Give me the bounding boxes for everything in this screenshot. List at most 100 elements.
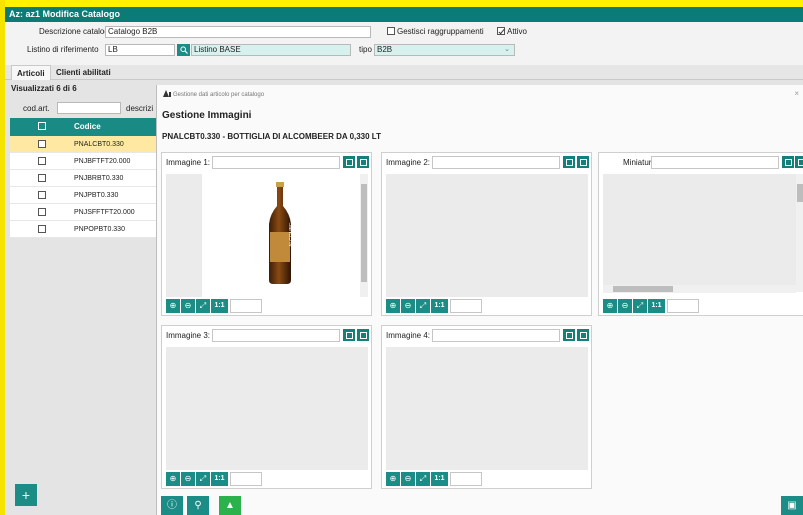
table-row[interactable]: PNJBFTFT20.000 <box>10 153 156 170</box>
tab-articoli[interactable]: Articoli <box>11 65 51 80</box>
table-row[interactable]: PNPOPBT0.330 <box>10 221 156 238</box>
tab-clienti-abilitati[interactable]: Clienti abilitati <box>51 65 116 80</box>
image-2-open-button[interactable] <box>563 156 575 168</box>
tipo-select[interactable]: B2B ⌄ <box>374 44 515 56</box>
zoom-1to1-button[interactable]: 1:1 <box>431 472 448 486</box>
tab-bar: Articoli Clienti abilitati <box>5 65 803 80</box>
thumbnail-card: Miniatura: ⊕ ⊖ ⤢ 1:1 <box>598 152 803 316</box>
image-4-label: Immagine 4: <box>386 331 431 340</box>
row-checkbox[interactable] <box>38 174 46 182</box>
row-checkbox[interactable] <box>38 191 46 199</box>
image-4-open-button[interactable] <box>563 329 575 341</box>
zoom-1to1-button[interactable]: 1:1 <box>431 299 448 313</box>
row-checkbox[interactable] <box>38 225 46 233</box>
image-3-delete-button[interactable] <box>357 329 369 341</box>
image-1-open-button[interactable] <box>343 156 355 168</box>
image-card-4: Immagine 4: ⊕ ⊖ ⤢ 1:1 <box>381 325 592 489</box>
fit-icon[interactable]: ⤢ <box>416 299 430 313</box>
row-checkbox[interactable] <box>38 157 46 165</box>
zoom-out-icon[interactable]: ⊖ <box>618 299 632 313</box>
image-2-path-input[interactable] <box>432 156 560 169</box>
image-2-zoom-controls: ⊕ ⊖ ⤢ 1:1 <box>386 298 482 314</box>
image-3-label: Immagine 3: <box>166 331 211 340</box>
zoom-1to1-button[interactable]: 1:1 <box>211 299 228 313</box>
image-3-path-input[interactable] <box>212 329 340 342</box>
zoom-out-icon[interactable]: ⊖ <box>181 299 195 313</box>
codart-label: cod.art. <box>23 104 50 113</box>
gestisci-checkbox-wrap[interactable]: Gestisci raggruppamenti <box>387 26 484 38</box>
attivo-label: Attivo <box>507 27 528 36</box>
table-row[interactable]: PNALCBT0.330 <box>10 136 156 153</box>
listino-name-field: Listino BASE <box>191 44 351 56</box>
image-1-zoom-controls: ⊕ ⊖ ⤢ 1:1 <box>166 298 262 314</box>
close-icon[interactable]: × <box>794 89 799 98</box>
row-checkbox[interactable] <box>38 208 46 216</box>
image-4-path-input[interactable] <box>432 329 560 342</box>
zoom-in-icon[interactable]: ⊕ <box>166 299 180 313</box>
zoom-in-icon[interactable]: ⊕ <box>603 299 617 313</box>
image-management-dialog: Gestione dati articolo per catalogo × Ge… <box>156 85 803 515</box>
product-title: PNALCBT0.330 - BOTTIGLIA DI ALCOMBEER DA… <box>162 132 381 141</box>
select-all-checkbox[interactable] <box>38 122 46 130</box>
image-upload-icon[interactable]: ▲ <box>219 496 241 515</box>
zoom-out-icon[interactable]: ⊖ <box>401 472 415 486</box>
table-row[interactable]: PNJPBT0.330 <box>10 187 156 204</box>
zoom-out-icon[interactable]: ⊖ <box>401 299 415 313</box>
gestisci-checkbox[interactable] <box>387 27 395 35</box>
image-1-scrollbar[interactable] <box>360 174 368 297</box>
image-2-delete-button[interactable] <box>577 156 589 168</box>
zoom-1to1-button[interactable]: 1:1 <box>648 299 665 313</box>
tipo-label: tipo <box>359 45 372 54</box>
image-1-path-input[interactable] <box>212 156 340 169</box>
miniatura-hscroll-thumb[interactable] <box>613 286 673 292</box>
zoom-level-input[interactable] <box>230 472 262 486</box>
miniatura-delete-button[interactable] <box>795 156 803 168</box>
image-3-preview <box>166 347 368 470</box>
column-codice[interactable]: Codice <box>74 122 101 131</box>
image-1-delete-button[interactable] <box>357 156 369 168</box>
listino-code-input[interactable]: LB <box>105 44 175 56</box>
tag-search-icon[interactable]: ⚲ <box>187 496 209 515</box>
codart-filter-input[interactable] <box>57 102 121 114</box>
zoom-in-icon[interactable]: ⊕ <box>166 472 180 486</box>
save-icon[interactable]: ▣ <box>781 496 803 515</box>
fit-icon[interactable]: ⤢ <box>196 472 210 486</box>
add-article-button[interactable]: + <box>15 484 37 506</box>
app-logo-icon <box>163 90 171 97</box>
miniatura-vscroll-thumb[interactable] <box>797 184 803 202</box>
zoom-level-input[interactable] <box>667 299 699 313</box>
beer-bottle-image: ALCOMBE <box>269 182 295 284</box>
zoom-in-icon[interactable]: ⊕ <box>386 299 400 313</box>
image-card-3: Immagine 3: ⊕ ⊖ ⤢ 1:1 <box>161 325 372 489</box>
zoom-1to1-button[interactable]: 1:1 <box>211 472 228 486</box>
info-icon[interactable]: ⓘ <box>161 496 183 515</box>
image-1-scroll-thumb[interactable] <box>361 184 367 282</box>
zoom-level-input[interactable] <box>450 299 482 313</box>
zoom-level-input[interactable] <box>450 472 482 486</box>
zoom-out-icon[interactable]: ⊖ <box>181 472 195 486</box>
zoom-level-input[interactable] <box>230 299 262 313</box>
miniatura-hscroll[interactable] <box>603 285 796 293</box>
listino-search-button[interactable] <box>177 44 190 56</box>
dialog-subtitle: Gestione dati articolo per catalogo <box>163 90 264 98</box>
table-row[interactable]: PNJSFFTFT20.000 <box>10 204 156 221</box>
image-3-open-button[interactable] <box>343 329 355 341</box>
image-4-delete-button[interactable] <box>577 329 589 341</box>
attivo-checkbox-wrap[interactable]: Attivo <box>497 26 527 38</box>
descrizione-filter-label: descrizi <box>126 104 154 113</box>
fit-icon[interactable]: ⤢ <box>633 299 647 313</box>
attivo-checkbox[interactable] <box>497 27 505 35</box>
miniatura-vscroll[interactable] <box>796 174 803 292</box>
table-row[interactable]: PNJBRBT0.330 <box>10 170 156 187</box>
table-header: Codice <box>10 118 156 136</box>
zoom-in-icon[interactable]: ⊕ <box>386 472 400 486</box>
row-checkbox[interactable] <box>38 140 46 148</box>
fit-icon[interactable]: ⤢ <box>196 299 210 313</box>
bottle-label-text: ALCOMBE <box>289 222 295 247</box>
miniatura-preview <box>603 174 796 292</box>
miniatura-open-button[interactable] <box>782 156 794 168</box>
fit-icon[interactable]: ⤢ <box>416 472 430 486</box>
descrizione-label: Descrizione catalogo <box>39 27 114 36</box>
descrizione-input[interactable]: Catalogo B2B <box>105 26 371 38</box>
miniatura-path-input[interactable] <box>651 156 779 169</box>
